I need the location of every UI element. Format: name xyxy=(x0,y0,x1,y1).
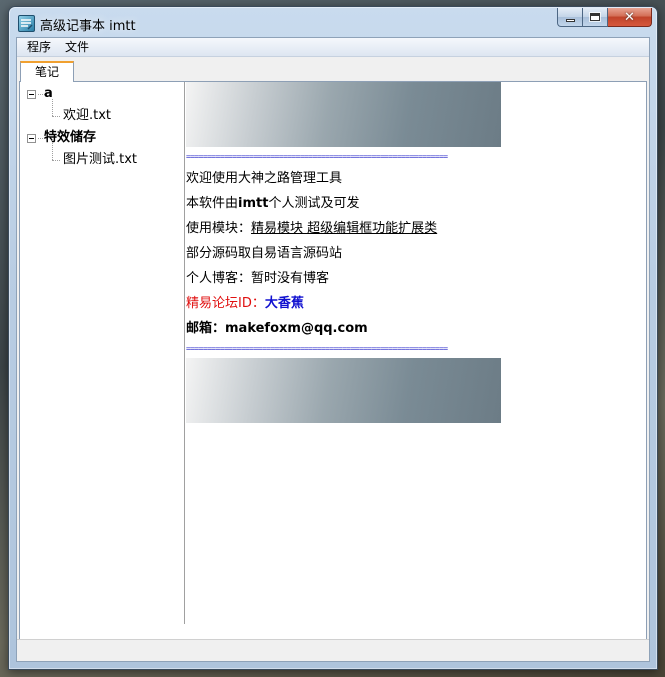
collapse-icon[interactable] xyxy=(27,134,36,143)
collapse-icon[interactable] xyxy=(27,90,36,99)
tree-node-effects-storage[interactable]: 特效储存 xyxy=(26,128,176,148)
tree-connector xyxy=(52,116,60,117)
note-editor[interactable]: ========================================… xyxy=(186,82,646,624)
tree-node-image-test-txt[interactable]: 图片测试.txt xyxy=(63,150,183,170)
window-controls: ✕ xyxy=(557,8,652,28)
text-author-name: imtt xyxy=(238,196,269,211)
text-author-prefix: 本软件由 xyxy=(186,196,239,211)
forum-id-label: 精易论坛ID： xyxy=(186,296,265,311)
banner-image-bottom xyxy=(186,358,501,423)
text-forum-id: 精易论坛ID：大香蕉 xyxy=(186,295,304,313)
tree-node-label: 图片测试.txt xyxy=(63,152,138,167)
window-title: 高级记事本 imtt xyxy=(40,19,136,34)
tab-strip: 笔记 xyxy=(17,58,649,82)
tab-notes[interactable]: 笔记 xyxy=(20,61,74,82)
separator-line: ========================================… xyxy=(186,345,448,353)
tree-connector xyxy=(52,99,53,116)
text-author-suffix: 个人测试及可发 xyxy=(268,196,360,211)
client-area: 程序 文件 笔记 a 欢迎.txt 特效储存 图片测试.txt ========… xyxy=(16,37,650,662)
minimize-button[interactable] xyxy=(557,8,583,27)
app-icon[interactable] xyxy=(18,15,35,32)
text-author: 本软件由imtt个人测试及可发 xyxy=(186,195,359,213)
menu-program[interactable]: 程序 xyxy=(20,38,58,57)
maximize-button[interactable] xyxy=(583,8,608,27)
minimize-icon xyxy=(565,18,575,22)
banner-image-top xyxy=(186,82,501,147)
tree-node-a[interactable]: a xyxy=(26,84,176,104)
modules-link[interactable]: 精易模块 超级编辑框功能扩展类 xyxy=(251,221,437,236)
status-bar xyxy=(17,639,649,661)
tree-node-welcome-txt[interactable]: 欢迎.txt xyxy=(63,106,183,126)
tree-connector xyxy=(52,143,53,160)
menu-bar: 程序 文件 xyxy=(17,38,649,57)
separator-line: ========================================… xyxy=(186,153,448,161)
text-source: 部分源码取自易语言源码站 xyxy=(186,246,343,261)
close-icon: ✕ xyxy=(624,9,635,25)
notes-tree[interactable]: a 欢迎.txt 特效储存 图片测试.txt xyxy=(20,82,185,624)
text-modules: 使用模块：精易模块 超级编辑框功能扩展类 xyxy=(186,220,437,238)
text-blog: 个人博客：暂时没有博客 xyxy=(186,271,330,286)
forum-id-value: 大香蕉 xyxy=(264,296,304,311)
maximize-icon xyxy=(590,13,600,21)
close-button[interactable]: ✕ xyxy=(608,8,652,27)
menu-file[interactable]: 文件 xyxy=(58,38,96,57)
title-bar[interactable]: 高级记事本 imtt ✕ xyxy=(9,7,657,37)
text-modules-prefix: 使用模块： xyxy=(186,221,252,236)
text-welcome: 欢迎使用大神之路管理工具 xyxy=(186,171,343,186)
tree-node-label: 欢迎.txt xyxy=(63,108,112,123)
tab-panel-notes: a 欢迎.txt 特效储存 图片测试.txt =================… xyxy=(19,81,647,659)
text-email: 邮箱：makefoxm@qq.com xyxy=(186,321,368,336)
tree-connector xyxy=(52,160,60,161)
app-window: 高级记事本 imtt ✕ 程序 文件 笔记 a 欢迎.txt 特效储存 图片测试… xyxy=(8,6,658,670)
